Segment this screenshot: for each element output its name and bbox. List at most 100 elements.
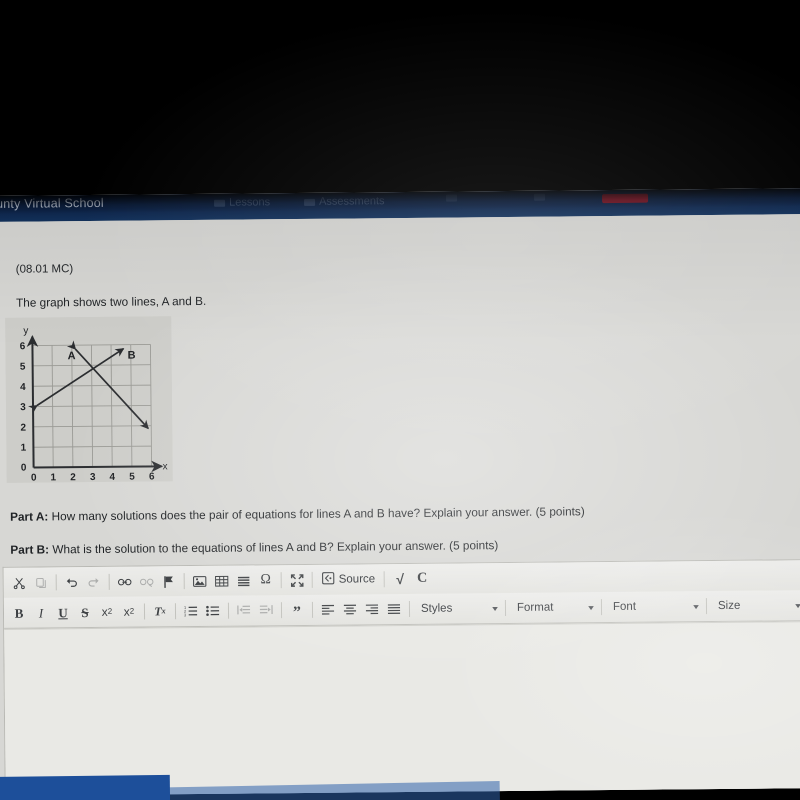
source-icon [322, 572, 335, 588]
align-right-button[interactable] [361, 598, 383, 620]
horizontal-rule-icon[interactable] [233, 569, 255, 591]
styles-dropdown[interactable]: Styles ▾ [414, 597, 501, 620]
lessons-icon [214, 199, 226, 207]
link-icon[interactable] [114, 571, 136, 593]
editor-content-area[interactable] [4, 620, 800, 796]
maximize-icon[interactable] [286, 569, 308, 591]
special-character-icon[interactable]: Ω [255, 569, 277, 591]
subscript-button[interactable]: x2 [96, 601, 118, 623]
chevron-down-icon: ▾ [588, 602, 594, 612]
chemistry-icon[interactable]: C [411, 568, 433, 590]
copy-icon[interactable] [30, 571, 52, 593]
justify-button[interactable] [383, 598, 405, 620]
x-axis [33, 460, 164, 473]
cut-icon[interactable] [8, 572, 30, 594]
part-a-label: Part A: [10, 509, 49, 524]
svg-text:6: 6 [20, 341, 26, 352]
increase-indent-button[interactable] [255, 599, 277, 621]
chevron-down-icon: ▾ [795, 600, 800, 610]
toolbar-separator [108, 573, 110, 590]
font-dropdown[interactable]: Font ▾ [606, 595, 702, 618]
line-b-label: B [127, 350, 135, 362]
nav-item-assessments[interactable]: Assessments [304, 195, 385, 208]
rich-text-editor: Ω Source √ C B I U S x 2 x 2 T x 1 2 3 ”… [2, 558, 800, 796]
bulleted-list-button[interactable] [202, 600, 224, 622]
svg-text:2: 2 [20, 423, 26, 434]
svg-text:6: 6 [149, 471, 155, 482]
toolbar-separator [183, 573, 185, 590]
toolbar-separator [311, 601, 314, 618]
svg-text:1: 1 [21, 443, 27, 454]
svg-text:0: 0 [31, 473, 37, 483]
svg-text:5: 5 [129, 472, 135, 483]
toolbar-separator [55, 574, 57, 591]
chevron-down-icon: ▾ [693, 601, 699, 611]
math-sqrt-icon[interactable]: √ [389, 568, 411, 590]
italic-button[interactable]: I [30, 601, 52, 623]
bold-button[interactable]: B [8, 602, 30, 624]
styles-dropdown-label: Styles [420, 602, 453, 615]
redo-icon[interactable] [83, 571, 105, 593]
nav-action-button[interactable] [602, 193, 649, 204]
graph-svg: A B y x 0 1 2 3 4 5 6 0 1 2 3 4 5 6 [5, 316, 173, 483]
toolbar-separator [227, 602, 230, 619]
remove-format-button[interactable]: Tx [149, 600, 171, 622]
table-icon[interactable] [211, 570, 233, 592]
part-b-prompt: Part B: What is the solution to the equa… [10, 538, 498, 557]
strikethrough-button[interactable]: S [74, 601, 96, 623]
toolbar-separator [174, 603, 177, 620]
toolbar-separator [600, 599, 603, 616]
anchor-flag-icon[interactable] [158, 570, 180, 592]
font-dropdown-label: Font [612, 600, 637, 614]
chevron-down-icon: ▾ [492, 603, 498, 613]
nav-item-lessons[interactable]: Lessons [214, 196, 270, 209]
y-axis-title: y [23, 326, 28, 337]
unlink-icon[interactable] [136, 570, 158, 592]
svg-text:3: 3 [20, 402, 26, 413]
undo-icon[interactable] [61, 571, 83, 593]
format-dropdown[interactable]: Format ▾ [510, 596, 597, 619]
x-axis-title: x [163, 461, 168, 472]
question-stem: The graph shows two lines, A and B. [15, 293, 207, 310]
photo-frame: unty Virtual School Lessons Assessments … [0, 0, 800, 800]
format-dropdown-label: Format [516, 601, 554, 614]
svg-text:2: 2 [70, 472, 76, 483]
nav-icon [534, 193, 546, 201]
nav-item-label: Assessments [319, 195, 385, 208]
toolbar-separator [384, 571, 386, 588]
nav-item-extra-1[interactable] [446, 194, 458, 202]
part-b-label: Part B: [10, 542, 50, 557]
nav-item-extra-2[interactable] [534, 193, 546, 201]
align-center-button[interactable] [339, 598, 361, 620]
photo-bottom-blue-strip [0, 774, 171, 800]
svg-text:3: 3 [184, 612, 186, 617]
toolbar-separator [280, 602, 283, 619]
superscript-button[interactable]: x2 [118, 601, 140, 623]
svg-text:4: 4 [109, 472, 115, 483]
part-a-prompt: Part A: How many solutions does the pair… [10, 504, 585, 524]
screen-content: unty Virtual School Lessons Assessments … [0, 188, 800, 796]
svg-text:3: 3 [90, 472, 96, 483]
size-dropdown[interactable]: Size ▾ [711, 594, 800, 617]
y-axis [26, 334, 39, 468]
question-code: (08.01 MC) [15, 263, 74, 276]
toolbar-separator [705, 598, 708, 615]
source-label: Source [338, 573, 376, 586]
underline-button[interactable]: U [52, 601, 74, 623]
numbered-list-button[interactable]: 1 2 3 [180, 600, 202, 622]
align-left-button[interactable] [317, 599, 339, 621]
blockquote-button[interactable]: ” [286, 596, 308, 624]
svg-text:0: 0 [21, 463, 27, 474]
source-button[interactable]: Source [317, 568, 381, 591]
assessments-icon [304, 198, 316, 206]
assessment-page: (08.01 MC) The graph shows two lines, A … [0, 214, 800, 796]
graph-figure: A B y x 0 1 2 3 4 5 6 0 1 2 3 4 5 6 [5, 316, 173, 483]
image-icon[interactable] [189, 570, 211, 592]
toolbar-separator [311, 571, 313, 588]
line-a-label: A [67, 350, 75, 362]
toolbar-separator [408, 600, 411, 617]
part-a-text: How many solutions does the pair of equa… [51, 504, 585, 524]
size-dropdown-label: Size [717, 599, 741, 612]
svg-text:1: 1 [50, 472, 56, 482]
decrease-indent-button[interactable] [233, 599, 255, 621]
